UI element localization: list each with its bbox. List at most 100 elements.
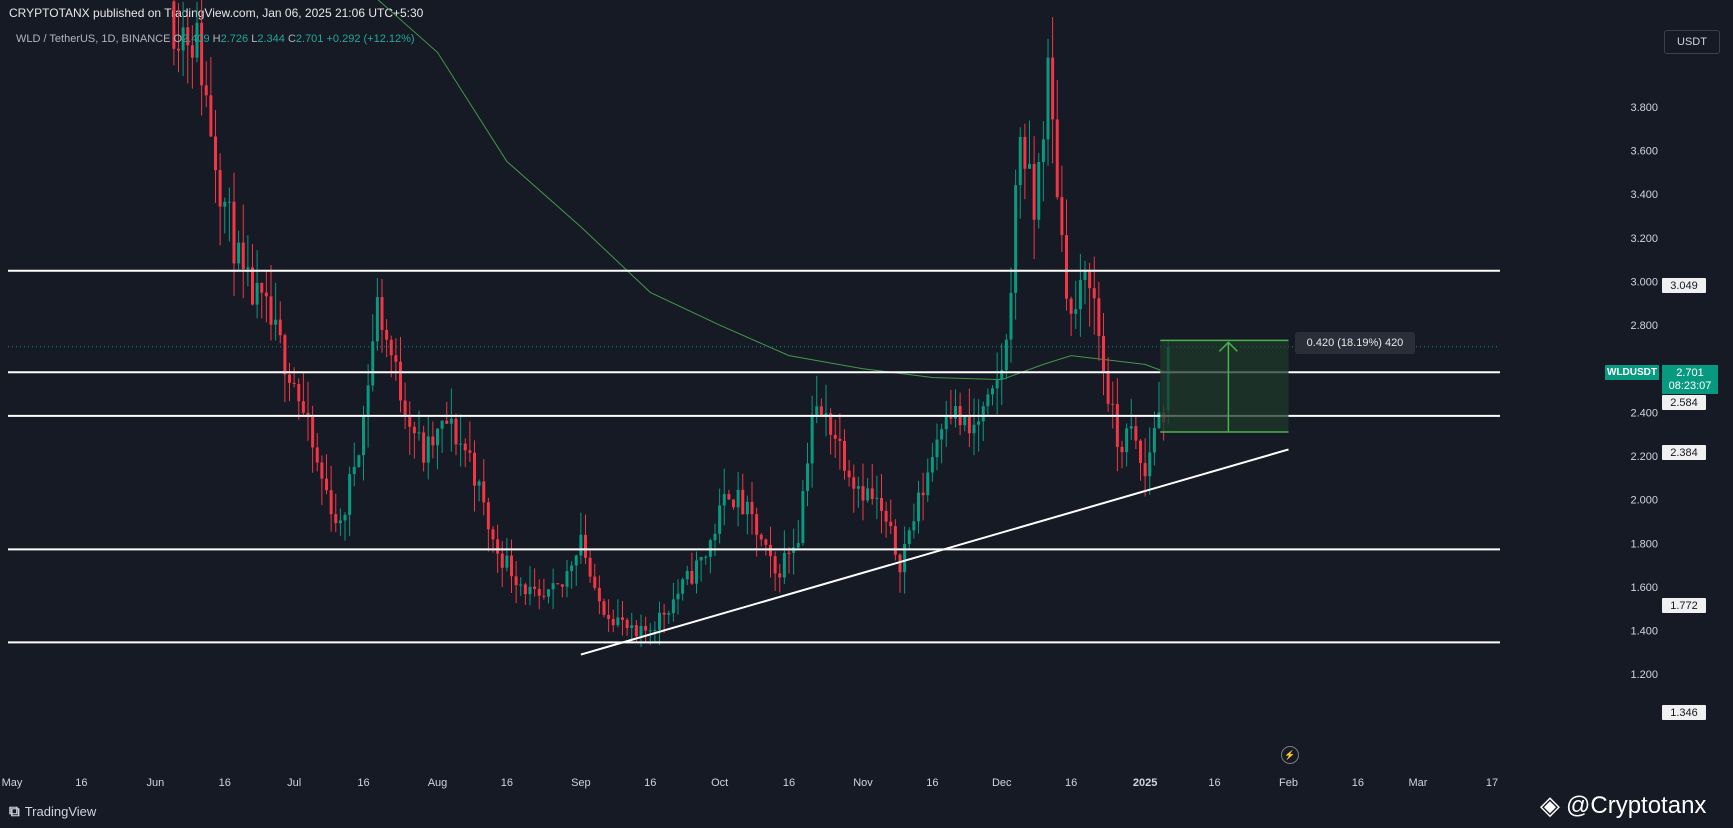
x-tick-label: Nov [853, 777, 873, 789]
candle-body [278, 319, 282, 336]
candle-body [371, 341, 375, 386]
candle-body [348, 474, 352, 515]
author-watermark: ◈ @Cryptotanx [1540, 790, 1706, 821]
legend-high-label: H [212, 33, 221, 45]
y-axis-background [1500, 24, 1733, 796]
candle-body [237, 242, 241, 264]
candle-body [297, 384, 301, 402]
watermark-text: @Cryptotanx [1566, 791, 1707, 819]
candle-body [380, 297, 384, 330]
candle-body [251, 267, 254, 305]
x-tick-label: 16 [219, 777, 231, 789]
candle-body [667, 613, 671, 615]
candle-body [366, 385, 370, 415]
clock-icon[interactable]: ⚡ [1281, 746, 1299, 764]
candle-body [190, 45, 194, 58]
candle-body [991, 388, 994, 395]
candle-body [944, 415, 948, 430]
candle-body [477, 481, 481, 486]
candle-body [1129, 426, 1133, 429]
x-tick-label: 16 [1352, 777, 1364, 789]
legend-change: +0.292 (+12.12%) [326, 33, 415, 45]
y-tick-label: 2.800 [1630, 320, 1658, 332]
currency-unit-button[interactable]: USDT [1664, 30, 1720, 54]
candle-body [671, 599, 675, 614]
tradingview-logo[interactable]: ⧉ TradingView [9, 803, 96, 820]
candle-body [1037, 162, 1041, 220]
candle-body [616, 617, 620, 626]
candle-body [482, 481, 486, 503]
candle-body [463, 443, 467, 451]
candle-body [311, 416, 315, 448]
candle-body [838, 438, 842, 441]
candle-body [912, 521, 916, 531]
bar-countdown: 08:23:07 [1668, 379, 1712, 392]
candle-body [847, 470, 851, 478]
candle-body [177, 48, 180, 51]
candle-body [491, 529, 495, 540]
candle-body [357, 455, 361, 467]
candle-body [232, 201, 236, 264]
legend-open-value: 2.409 [182, 33, 210, 45]
bottom-bar [0, 796, 1733, 828]
candle-body [648, 630, 652, 632]
candle-body [218, 170, 222, 207]
candle-body [315, 447, 319, 463]
candle-body [963, 416, 967, 426]
candle-body [241, 242, 245, 269]
candle-body [1004, 339, 1008, 371]
candle-body [722, 494, 726, 506]
candle-body [588, 557, 592, 577]
candle-body [639, 625, 643, 637]
legend-high-value: 2.726 [220, 33, 249, 45]
candle-body [449, 418, 453, 424]
candle-body [329, 490, 333, 515]
candle-body [1097, 298, 1101, 337]
candle-body [334, 514, 338, 524]
measure-layer [1160, 339, 1289, 433]
candle-body [389, 339, 393, 356]
candle-body [935, 439, 939, 458]
candle-body [362, 414, 365, 456]
x-tick-label: 16 [357, 777, 369, 789]
candle-body [884, 510, 888, 522]
candle-body [574, 555, 578, 566]
x-tick-label: 16 [644, 777, 656, 789]
candle-body [486, 502, 490, 530]
candle-body [907, 530, 911, 545]
candle-body [695, 560, 698, 584]
candle-body [930, 457, 934, 473]
candle-body [246, 267, 250, 269]
candle-body [1088, 269, 1092, 289]
x-tick-label: 16 [926, 777, 938, 789]
candle-body [473, 452, 476, 486]
candle-body [352, 466, 356, 475]
last-price-tag: 2.701 08:23:07 [1662, 365, 1718, 394]
chart-background [0, 24, 1733, 796]
legend-open-label: O [173, 33, 183, 45]
candle-body [556, 583, 560, 585]
price-chart[interactable]: 1.2001.4001.6001.8002.0002.2002.4002.600… [0, 0, 1733, 828]
candle-body [782, 552, 786, 578]
candle-body [426, 436, 430, 463]
candle-body [1009, 292, 1013, 340]
candle-body [445, 420, 449, 424]
candle-body [796, 543, 800, 548]
candle-body [819, 406, 823, 416]
candle-body [1139, 440, 1142, 464]
candle-body [926, 472, 930, 496]
candle-body [459, 443, 463, 445]
tradingview-logo-text: TradingView [24, 804, 97, 819]
y-axis: 1.2001.4001.6001.8002.0002.2002.4002.600… [1500, 24, 1733, 796]
legend-low-value: 2.344 [257, 33, 285, 45]
y-tick-label: 3.000 [1630, 276, 1658, 288]
candle-body [325, 478, 328, 491]
candle-body [1106, 370, 1110, 404]
x-tick-label: Sep [571, 777, 591, 789]
candle-body [755, 514, 759, 535]
candle-body [662, 612, 666, 615]
candle-body [510, 555, 513, 577]
candle-body [713, 533, 717, 541]
candle-body [320, 462, 324, 479]
candle-body [565, 571, 569, 587]
